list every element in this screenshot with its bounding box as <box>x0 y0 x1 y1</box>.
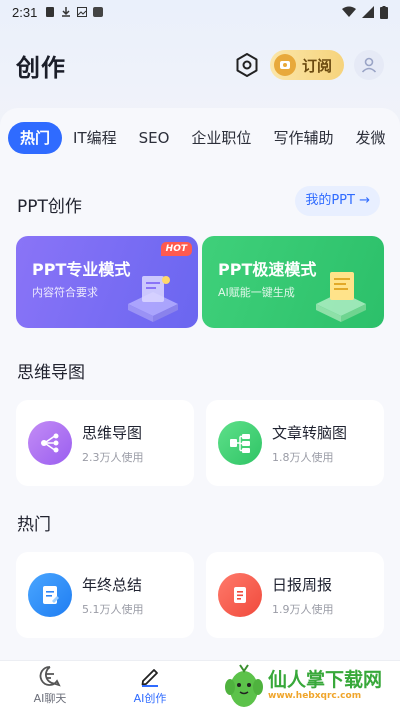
site-watermark: 仙人掌下载网 www.hebxqrc.com <box>222 660 400 710</box>
crown-icon <box>273 54 296 76</box>
subscribe-button[interactable]: 订阅 <box>269 50 344 80</box>
tab-more[interactable]: 发微 <box>344 122 396 154</box>
my-ppt-label: 我的PPT <box>305 193 355 208</box>
watermark-url: www.hebxqrc.com <box>268 691 362 701</box>
nav-ai-create-label: AI创作 <box>133 692 167 705</box>
mindmap-card[interactable]: 思维导图 2.3万人使用 <box>16 400 194 486</box>
watermark-title: 仙人掌下载网 <box>268 669 383 691</box>
tab-it-programming[interactable]: IT编程 <box>62 122 128 154</box>
nav-ai-chat[interactable]: AI聊天 <box>0 661 100 710</box>
mindmap-name: 思维导图 <box>82 423 143 442</box>
image-icon <box>77 7 88 17</box>
tab-writing-assist[interactable]: 写作辅助 <box>262 122 344 154</box>
status-bar: 2:31 <box>0 0 400 24</box>
article-to-mindmap-usage: 1.8万人使用 <box>272 450 334 464</box>
year-end-summary-usage: 5.1万人使用 <box>82 602 144 616</box>
ppt-pro-title: PPT专业模式 <box>32 260 131 279</box>
subscribe-label: 订阅 <box>301 56 332 75</box>
page-header: 创作 订阅 <box>0 40 400 90</box>
settings-icon[interactable] <box>234 52 260 78</box>
content-panel: 热门 IT编程 SEO 企业职位 写作辅助 发微 PPT创作 我的PPT → P… <box>0 108 400 660</box>
hot-badge: HOT <box>160 242 192 256</box>
ppt-fast-illustration-icon <box>316 272 366 322</box>
daily-weekly-report-usage: 1.9万人使用 <box>272 602 334 616</box>
year-end-summary-icon <box>28 573 72 617</box>
article-to-mindmap-name: 文章转脑图 <box>272 423 348 442</box>
download-icon <box>62 7 71 17</box>
signal-icon <box>362 6 374 18</box>
status-time: 2:31 <box>12 4 38 20</box>
nav-ai-chat-label: AI聊天 <box>33 692 67 705</box>
mindmap-icon <box>28 421 72 465</box>
sim-icon <box>46 7 55 17</box>
year-end-summary-name: 年终总结 <box>82 575 143 594</box>
user-avatar[interactable] <box>354 50 384 80</box>
category-tabs: 热门 IT编程 SEO 企业职位 写作辅助 发微 <box>8 122 400 154</box>
mindmap-usage: 2.3万人使用 <box>82 450 144 464</box>
my-ppt-button[interactable]: 我的PPT → <box>295 186 380 216</box>
cactus-mascot-icon <box>225 664 263 707</box>
article-to-mindmap-card[interactable]: 文章转脑图 1.8万人使用 <box>206 400 384 486</box>
chat-icon <box>39 666 61 687</box>
article-to-mindmap-icon <box>218 421 262 465</box>
ppt-pro-subtitle: 内容符合要求 <box>32 286 98 299</box>
ppt-fast-subtitle: AI赋能一键生成 <box>218 286 295 299</box>
battery-icon <box>380 5 388 19</box>
year-end-summary-card[interactable]: 年终总结 5.1万人使用 <box>16 552 194 638</box>
mindmap-section-title: 思维导图 <box>17 363 85 383</box>
ppt-pro-illustration-icon <box>128 276 178 322</box>
nav-ai-create[interactable]: AI创作 <box>100 661 200 710</box>
ppt-pro-mode-card[interactable]: PPT专业模式 内容符合要求 HOT <box>16 236 198 328</box>
ppt-fast-mode-card[interactable]: PPT极速模式 AI赋能一键生成 <box>202 236 384 328</box>
page-title: 创作 <box>16 53 66 82</box>
daily-weekly-report-card[interactable]: 日报周报 1.9万人使用 <box>206 552 384 638</box>
ppt-section-title: PPT创作 <box>17 197 82 217</box>
pen-icon <box>141 669 158 687</box>
user-icon <box>361 57 377 73</box>
tab-enterprise-jobs[interactable]: 企业职位 <box>180 122 262 154</box>
hot-section-title: 热门 <box>17 515 51 535</box>
ppt-fast-title: PPT极速模式 <box>218 260 317 279</box>
tab-seo[interactable]: SEO <box>128 122 181 154</box>
daily-weekly-report-name: 日报周报 <box>272 575 333 594</box>
wifi-icon <box>342 6 356 17</box>
daily-weekly-report-icon <box>218 573 262 617</box>
app-notification-icon <box>93 7 104 17</box>
arrow-right-icon: → <box>359 193 370 208</box>
tab-hot[interactable]: 热门 <box>8 122 63 154</box>
